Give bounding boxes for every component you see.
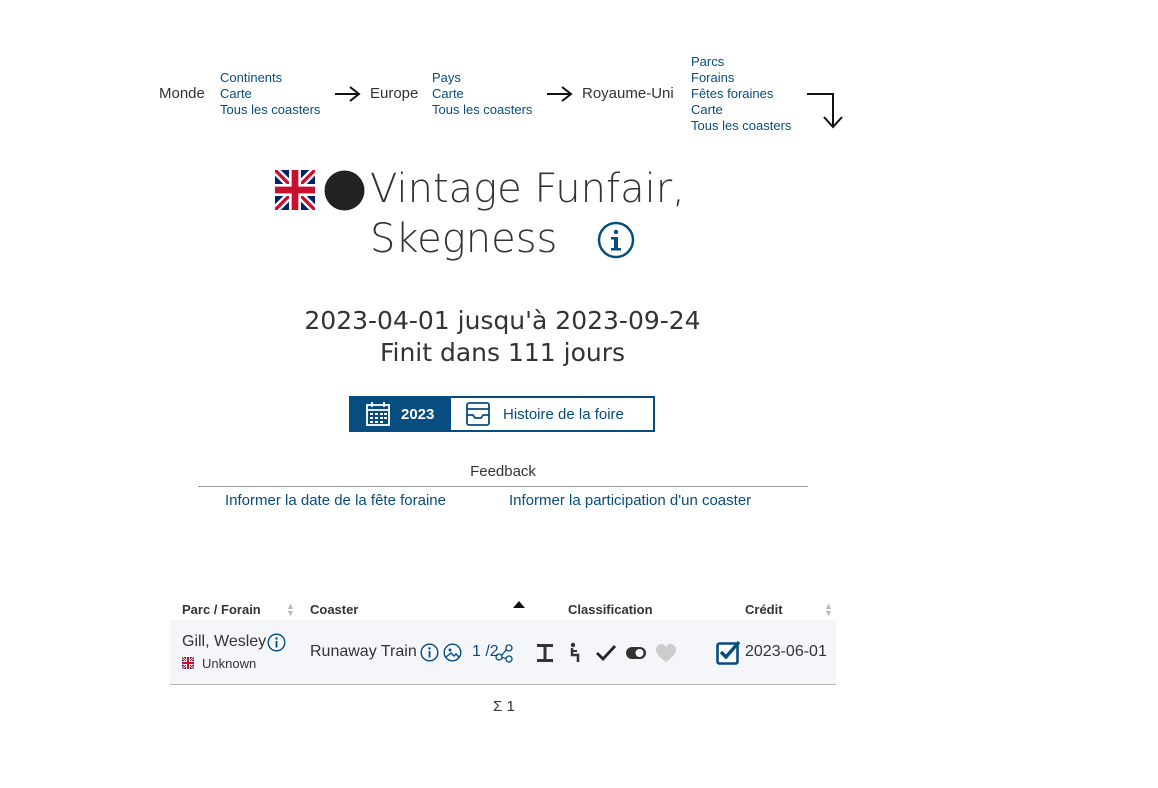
- sort-icon[interactable]: ▲ ▼: [286, 602, 295, 618]
- checkbox-checked-icon[interactable]: [716, 640, 741, 665]
- calendar-icon: [366, 402, 390, 426]
- ends-in: Finit dans 111 jours: [379, 338, 626, 367]
- park-name-link[interactable]: Gill, Wesley: [182, 633, 266, 651]
- breadcrumb-link-showmen[interactable]: Forains: [691, 70, 791, 86]
- report-date-link[interactable]: Informer la date de la fête foraine: [225, 492, 446, 509]
- check-icon: [596, 645, 617, 662]
- breadcrumb-link-funfairs[interactable]: Fêtes foraines: [691, 86, 791, 102]
- report-coaster-link[interactable]: Informer la participation d'un coaster: [509, 492, 751, 509]
- toggle-icon: [626, 647, 646, 659]
- view-toggle: 2023 Histoire de la foire: [349, 396, 655, 432]
- arrow-down-turn-icon: [807, 93, 843, 129]
- total-count: Σ 1: [493, 698, 515, 715]
- breadcrumb-link-map[interactable]: Carte: [691, 102, 791, 118]
- breadcrumb-link-map[interactable]: Carte: [220, 86, 320, 102]
- breadcrumb-link-all-coasters[interactable]: Tous les coasters: [432, 102, 532, 118]
- arrow-right-icon: [335, 86, 361, 102]
- park-location: Unknown: [202, 656, 257, 671]
- breadcrumb-country[interactable]: Royaume-Uni: [582, 85, 674, 102]
- heart-icon[interactable]: [655, 643, 677, 663]
- header-classification: Classification: [568, 602, 653, 617]
- info-icon[interactable]: [597, 221, 635, 259]
- date-range: 2023-04-01 jusqu'à 2023-09-24: [304, 306, 701, 335]
- breadcrumb-link-all-coasters[interactable]: Tous les coasters: [220, 102, 320, 118]
- uk-flag-icon: [182, 657, 194, 669]
- tab-history[interactable]: Histoire de la foire: [451, 398, 653, 430]
- tab-history-label: Histoire de la foire: [503, 405, 624, 423]
- credit-date: 2023-06-01: [745, 643, 827, 660]
- uk-flag-icon: [275, 170, 315, 210]
- arrow-right-icon: [547, 86, 573, 102]
- breadcrumb-link-countries[interactable]: Pays: [432, 70, 532, 86]
- track-icon: [537, 644, 553, 662]
- rider-icon: [570, 642, 580, 662]
- sort-icon[interactable]: ▲ ▼: [824, 602, 833, 618]
- feedback-divider: [198, 486, 808, 487]
- share-icon[interactable]: [494, 643, 514, 663]
- breadcrumb-link-continents[interactable]: Continents: [220, 70, 320, 86]
- breadcrumb-link-parks[interactable]: Parcs: [691, 54, 791, 70]
- page-title-line2: Skegness: [370, 216, 558, 262]
- breadcrumb-link-all-coasters[interactable]: Tous les coasters: [691, 118, 791, 134]
- photo-icon[interactable]: [443, 643, 462, 662]
- feedback-heading: Feedback: [470, 463, 536, 480]
- header-credit[interactable]: Crédit: [745, 602, 783, 617]
- archive-icon: [466, 402, 490, 426]
- tab-year[interactable]: 2023: [351, 398, 451, 430]
- breadcrumb-continent[interactable]: Europe: [370, 85, 418, 102]
- info-icon[interactable]: [267, 633, 286, 652]
- status-dot-icon: [324, 170, 365, 211]
- breadcrumb-world[interactable]: Monde: [159, 85, 205, 102]
- breadcrumb-country-links: Parcs Forains Fêtes foraines Carte Tous …: [691, 54, 791, 134]
- header-park[interactable]: Parc / Forain: [182, 602, 261, 617]
- sort-up-icon[interactable]: [513, 601, 525, 609]
- breadcrumb-link-map[interactable]: Carte: [432, 86, 532, 102]
- info-icon[interactable]: [420, 643, 439, 662]
- header-coaster[interactable]: Coaster: [310, 602, 358, 617]
- coaster-name-link[interactable]: Runaway Train: [310, 643, 417, 661]
- breadcrumb-continent-links: Pays Carte Tous les coasters: [432, 70, 532, 118]
- tab-year-label: 2023: [401, 405, 435, 423]
- breadcrumb-world-links: Continents Carte Tous les coasters: [220, 70, 320, 118]
- page-title-line1: Vintage Funfair,: [370, 166, 685, 212]
